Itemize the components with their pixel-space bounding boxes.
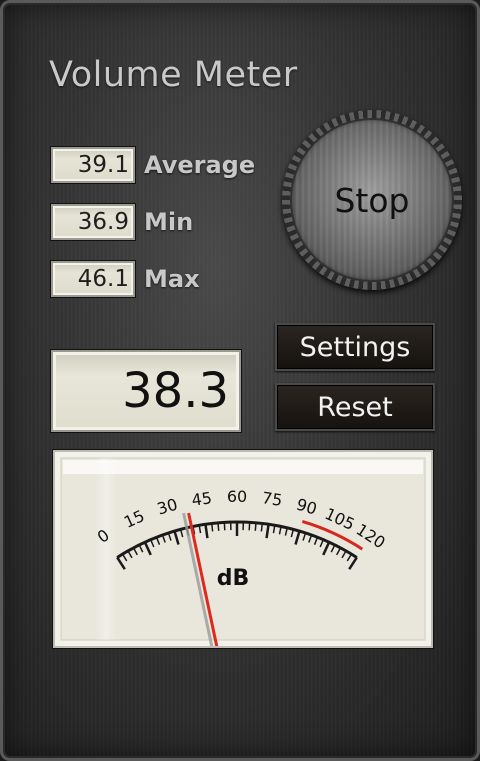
stat-min: 36.9 Min: [51, 204, 281, 244]
stop-button[interactable]: Stop: [290, 118, 454, 282]
settings-button[interactable]: Settings: [275, 323, 435, 371]
current-level-display: 38.3: [51, 350, 241, 432]
reset-button-label: Reset: [317, 391, 393, 423]
minor-tick: [217, 522, 220, 531]
stop-knob-ring: Stop: [282, 110, 462, 290]
unit-label: dB: [217, 566, 250, 591]
tick-label: 60: [227, 487, 247, 506]
settings-button-label: Settings: [299, 331, 411, 363]
max-label: Max: [144, 265, 200, 293]
minor-tick: [254, 522, 257, 531]
vu-meter-dial: 015 30 45 60 75 90 105120 dB: [60, 457, 426, 646]
average-label: Average: [144, 151, 256, 179]
meter-glare-left: [95, 458, 117, 640]
stop-button-label: Stop: [334, 180, 410, 220]
app-title: Volume Meter: [49, 55, 298, 95]
stat-average: 39.1 Average: [51, 147, 281, 187]
minor-tick: [210, 523, 214, 532]
tick-label: 45: [190, 488, 213, 510]
app-frame: Volume Meter 39.1 Average 36.9 Min 46.1 …: [0, 0, 480, 761]
average-value: 39.1: [51, 147, 135, 183]
reset-button[interactable]: Reset: [275, 383, 435, 431]
tick-label: 75: [261, 488, 284, 510]
min-value: 36.9: [51, 204, 135, 240]
max-value: 46.1: [51, 261, 135, 297]
minor-tick: [260, 523, 264, 532]
stat-max: 46.1 Max: [51, 261, 281, 301]
vu-meter: 0 15 30 45 60 75 90 105 120 dB: [53, 450, 433, 648]
min-label: Min: [144, 208, 194, 236]
